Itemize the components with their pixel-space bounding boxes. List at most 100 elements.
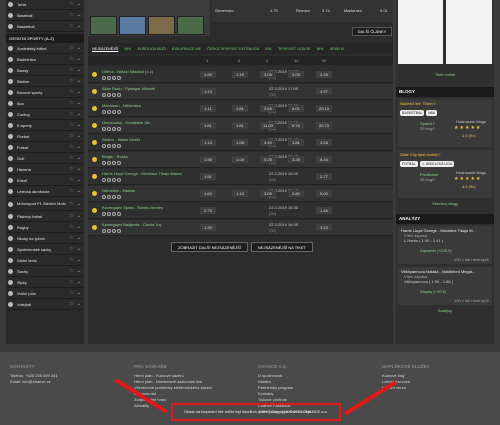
league-tab[interactable]: NHL <box>124 47 131 51</box>
sidebar-sport-item[interactable]: Baseball ☆ ⌄ <box>6 11 84 21</box>
odds-button[interactable]: 6.76 <box>288 122 304 129</box>
favorite-star-icon[interactable]: ☆ <box>69 178 73 183</box>
chevron-down-icon[interactable]: ⌄ <box>77 189 81 194</box>
favorite-star-icon[interactable]: ☆ <box>69 68 73 73</box>
chevron-down-icon[interactable]: ⌄ <box>77 236 81 241</box>
ticket-online-link[interactable]: Tiket online <box>398 72 492 77</box>
chevron-down-icon[interactable]: ⌄ <box>77 2 81 7</box>
favorite-star-icon[interactable]: ☆ <box>69 236 73 241</box>
blog-card[interactable]: Zlaté City tipst bodejit? FOTBAL 1. ANGL… <box>398 150 492 198</box>
blog-title[interactable]: Zlaté City tipst bodejit? <box>400 152 440 157</box>
chevron-down-icon[interactable]: ⌄ <box>77 112 81 117</box>
blog-tag[interactable]: FOTBAL <box>400 161 418 167</box>
footer-link[interactable]: Herní plán - Internetové sázkování live <box>134 379 202 384</box>
odds-button[interactable]: 20.10 <box>316 105 332 112</box>
chevron-down-icon[interactable]: ⌄ <box>77 101 81 106</box>
match-name[interactable]: Lilleroi - Nilsski Nilsskat (1.z) <box>102 69 153 74</box>
sidebar-sport-item[interactable]: Šipky ☆ ⌄ <box>6 278 84 288</box>
ticket-widget[interactable] <box>446 0 492 64</box>
sidebar-sport-item[interactable]: Bandy ☆ ⌄ <box>6 66 84 76</box>
analysis-card[interactable]: Vitkhyannova Natalia - Ndidikhed Megal..… <box>398 267 492 305</box>
chevron-down-icon[interactable]: ⌄ <box>77 258 81 263</box>
odds-button[interactable]: 1.13 <box>232 190 248 197</box>
odds-button[interactable]: 11.00 <box>260 122 276 129</box>
sidebar-sport-item[interactable]: Kriket ☆ ⌄ <box>6 176 84 186</box>
article-thumbnail[interactable] <box>119 16 146 35</box>
odds-button[interactable]: 4.40 <box>260 139 276 146</box>
favorite-star-icon[interactable]: ☆ <box>69 214 73 219</box>
sidebar-sport-item[interactable]: Šachy ☆ ⌄ <box>6 267 84 277</box>
odds-button[interactable]: 5.00 <box>316 190 332 197</box>
favorite-star-icon[interactable]: ☆ <box>69 90 73 95</box>
favorite-star-icon[interactable]: ☆ <box>69 145 73 150</box>
show-more-bets-button[interactable]: ZOBRAZIT DALŠÍ NEJSÁZENĚJŠÍ <box>171 242 248 252</box>
chevron-down-icon[interactable]: ⌄ <box>77 302 81 307</box>
favorite-star-icon[interactable]: ☆ <box>69 13 73 18</box>
footer-link[interactable]: O společnosti <box>258 373 282 378</box>
favorite-star-icon[interactable]: ☆ <box>69 225 73 230</box>
analysis-card[interactable]: Harris Lloyd George - Montaice Tikajo M.… <box>398 226 492 264</box>
sidebar-sport-item[interactable]: Futsal ☆ ⌄ <box>6 143 84 153</box>
favorite-star-icon[interactable]: ☆ <box>69 101 73 106</box>
odds-button[interactable]: 1.81 <box>288 139 304 146</box>
favorite-star-icon[interactable]: ☆ <box>69 79 73 84</box>
favorite-star-icon[interactable]: ☆ <box>69 247 73 252</box>
odds-button[interactable]: 1.14 <box>200 88 216 95</box>
chevron-down-icon[interactable]: ⌄ <box>77 214 81 219</box>
blog-tag[interactable]: 1. ANGLICKÁ LIGA <box>420 161 455 167</box>
chevron-down-icon[interactable]: ⌄ <box>77 79 81 84</box>
analysis-author[interactable]: Zaryby (+40.5) <box>420 289 446 294</box>
league-tab[interactable]: KVALIFIKACE ME <box>172 47 201 51</box>
match-name[interactable]: Slallun - Italian Moritz <box>102 137 140 142</box>
league-tab[interactable]: NHL <box>317 47 324 51</box>
footer-link[interactable]: Tiskové centrum <box>258 397 287 402</box>
match-row[interactable]: Belgie - Rusko21.3.2019 20:45(55)1.551.0… <box>88 152 468 168</box>
favorite-star-icon[interactable]: ☆ <box>69 269 73 274</box>
article-thumbnail[interactable] <box>148 16 175 35</box>
odds-button[interactable]: 1.30 <box>200 224 216 231</box>
favorite-star-icon[interactable]: ☆ <box>69 46 73 51</box>
favorite-star-icon[interactable]: ☆ <box>69 189 73 194</box>
away-odds[interactable]: 5.01 <box>380 8 388 13</box>
more-articles-button[interactable]: DALŠÍ ČLÁNKY <box>352 27 392 36</box>
chevron-down-icon[interactable]: ⌄ <box>77 13 81 18</box>
footer-link[interactable]: Aktuality <box>134 403 149 408</box>
match-row[interactable]: Allan Rudu - Fywegar Mitchell 22.3.2019 1… <box>88 84 466 100</box>
odds-button[interactable]: 1.13 <box>200 139 216 146</box>
chevron-down-icon[interactable]: ⌄ <box>77 24 81 29</box>
favorite-star-icon[interactable]: ☆ <box>69 201 73 207</box>
odds-button[interactable]: 1.04 <box>232 156 248 163</box>
favorite-star-icon[interactable]: ☆ <box>69 24 73 29</box>
footer-link[interactable]: Partnerský program <box>258 385 293 390</box>
favorite-star-icon[interactable]: ☆ <box>69 258 73 263</box>
chevron-down-icon[interactable]: ⌄ <box>77 178 81 183</box>
sidebar-sport-item[interactable]: Curling ☆ ⌄ <box>6 110 84 120</box>
sidebar-sport-item[interactable]: Florbal ☆ ⌄ <box>6 132 84 142</box>
odds-button[interactable]: 1.90 <box>200 71 216 78</box>
sidebar-sport-item[interactable]: Australský fotbal ☆ ⌄ <box>6 44 84 54</box>
chevron-down-icon[interactable]: ⌄ <box>77 280 81 285</box>
sidebar-sport-item[interactable]: Letecká akrobacie ☆ ⌄ <box>6 187 84 197</box>
odds-button[interactable]: 1.81 <box>232 122 248 129</box>
odds-button[interactable]: 20.70 <box>316 122 332 129</box>
favorite-star-icon[interactable]: ☆ <box>69 156 73 161</box>
odds-button[interactable]: 3.05 <box>288 71 304 78</box>
chevron-down-icon[interactable]: ⌄ <box>77 68 81 73</box>
sidebar-sport-item[interactable]: E-sporty ☆ ⌄ <box>6 121 84 131</box>
chevron-down-icon[interactable]: ⌄ <box>77 123 81 128</box>
league-tab[interactable]: ARAB M. <box>330 47 345 51</box>
all-blogs-link[interactable]: Všechny blogy <box>398 201 492 206</box>
chevron-down-icon[interactable]: ⌄ <box>77 134 81 139</box>
sidebar-sport-item[interactable]: Box ☆ ⌄ <box>6 99 84 109</box>
ticket-widget[interactable] <box>398 0 443 64</box>
sidebar-sport-item[interactable]: Volejbal ☆ ⌄ <box>6 300 84 310</box>
match-name[interactable]: Kavergajev Nadjeeta - Clarita Joy <box>102 222 162 227</box>
odds-button[interactable]: 2.80 <box>288 190 304 197</box>
chevron-down-icon[interactable]: ⌄ <box>77 90 81 95</box>
sidebar-sport-item[interactable]: Motorsport F1 Silniční Moto ☆ ⌄ <box>6 198 84 211</box>
footer-link[interactable]: Kontakty <box>258 391 274 396</box>
footer-link[interactable]: Kurzové listy <box>382 373 405 378</box>
sidebar-sport-item[interactable]: Stolní tenis ☆ ⌄ <box>6 256 84 266</box>
favorite-star-icon[interactable]: ☆ <box>69 134 73 139</box>
chevron-down-icon[interactable]: ⌄ <box>77 57 81 62</box>
